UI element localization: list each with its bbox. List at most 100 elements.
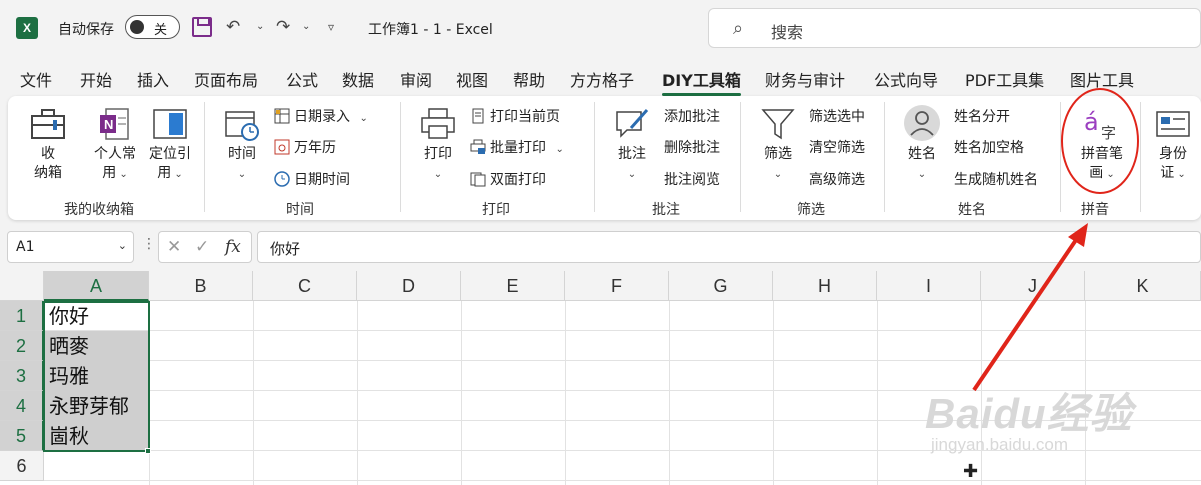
storage-box-button[interactable]: 收 纳箱 — [24, 106, 72, 183]
perpetual-calendar-button[interactable]: 万年历 — [274, 137, 336, 157]
cell-a2[interactable]: 晒麥 — [44, 331, 149, 361]
row-header-5[interactable]: 5 — [0, 421, 44, 451]
chevron-down-icon: ⌄ — [171, 169, 183, 180]
save-icon[interactable] — [192, 17, 212, 37]
filter-label: 筛选 — [764, 146, 792, 162]
tab-diy-toolbox[interactable]: DIY工具箱 — [662, 67, 741, 96]
tab-formula-wizard[interactable]: 公式向导 — [874, 67, 938, 91]
tab-formulas[interactable]: 公式 — [286, 67, 318, 91]
svg-text:N: N — [104, 117, 113, 132]
column-header-e[interactable]: E — [461, 271, 565, 301]
fill-handle[interactable] — [145, 448, 151, 454]
group-label-print: 打印 — [482, 202, 510, 218]
row-header-2[interactable]: 2 — [0, 331, 44, 361]
tab-help[interactable]: 帮助 — [513, 67, 545, 91]
cell-a5[interactable]: 崮秋 — [44, 421, 149, 451]
autosave-toggle[interactable]: 关 — [125, 15, 180, 39]
name-box-value: A1 — [16, 239, 35, 255]
chevron-down-icon: ⌄ — [627, 169, 637, 180]
cancel-icon[interactable]: ✕ — [167, 237, 181, 257]
tab-finance-audit[interactable]: 财务与审计 — [765, 67, 845, 91]
locate-reference-label-2: 用 — [157, 165, 172, 181]
filter-selected-button[interactable]: 筛选选中 — [809, 106, 865, 126]
column-header-f[interactable]: F — [565, 271, 669, 301]
split-name-button[interactable]: 姓名分开 — [954, 106, 1010, 126]
title-bar: X 自动保存 关 ↶ ⌄ ↷ ⌄ ▿ 工作簿1 - 1 - Excel ⌕ 搜索 — [0, 0, 1201, 56]
row-header-1[interactable]: 1 — [0, 301, 44, 331]
redo-icon[interactable]: ↷ — [276, 16, 290, 38]
date-entry-button[interactable]: 日期录入 ⌄ — [274, 106, 368, 126]
enter-check-icon[interactable]: ✓ — [195, 237, 209, 257]
tab-fangfang[interactable]: 方方格子 — [570, 67, 634, 91]
row-header-3[interactable]: 3 — [0, 361, 44, 391]
row-header-4[interactable]: 4 — [0, 391, 44, 421]
tab-home[interactable]: 开始 — [80, 67, 112, 91]
search-box[interactable]: ⌕ 搜索 — [708, 8, 1201, 48]
tab-page-layout[interactable]: 页面布局 — [194, 67, 258, 91]
funnel-icon — [761, 109, 795, 140]
grid-vline — [565, 301, 566, 485]
column-header-d[interactable]: D — [357, 271, 461, 301]
cell-a4[interactable]: 永野芽郁 — [44, 391, 149, 421]
cell-a3[interactable]: 玛雅 — [44, 361, 149, 391]
name-box[interactable]: A1 ⌄ — [7, 231, 134, 263]
undo-icon[interactable]: ↶ — [226, 16, 240, 38]
row-header-6[interactable]: 6 — [0, 451, 44, 481]
grid-vline — [773, 301, 774, 485]
comment-label: 批注 — [618, 146, 646, 162]
column-header-b[interactable]: B — [149, 271, 253, 301]
column-header-h[interactable]: H — [773, 271, 877, 301]
customize-toolbar-icon[interactable]: ▿ — [328, 16, 334, 38]
grid-vline — [253, 301, 254, 485]
advanced-filter-button[interactable]: 高级筛选 — [809, 169, 865, 189]
duplex-print-button[interactable]: 双面打印 — [470, 169, 546, 189]
print-label: 打印 — [424, 146, 452, 162]
ribbon-panel: 收 纳箱 N 个人常 用 ⌄ 定位引 用 ⌄ 我的收纳箱 时间 ⌄ 日期录入 ⌄… — [8, 96, 1201, 220]
id-card-button[interactable]: 身份 证 ⌄ — [1146, 106, 1200, 184]
grid-vline — [357, 301, 358, 485]
time-button[interactable]: 时间 ⌄ — [218, 106, 266, 184]
print-button[interactable]: 打印 ⌄ — [414, 106, 462, 184]
column-header-c[interactable]: C — [253, 271, 357, 301]
personal-common-button[interactable]: N 个人常 用 ⌄ — [90, 106, 140, 184]
formula-value: 你好 — [270, 240, 301, 258]
random-name-button[interactable]: 生成随机姓名 — [954, 169, 1038, 189]
chevron-down-icon: ⌄ — [917, 169, 927, 180]
group-divider — [400, 102, 401, 212]
add-comment-button[interactable]: 添加批注 — [664, 106, 720, 126]
tab-pdf-tools[interactable]: PDF工具集 — [965, 67, 1044, 91]
tab-insert[interactable]: 插入 — [137, 67, 169, 91]
chevron-down-icon[interactable]: ⌄ — [118, 239, 127, 252]
tab-review[interactable]: 审阅 — [400, 67, 432, 91]
group-divider — [1060, 102, 1061, 212]
chevron-down-icon: ⌄ — [116, 169, 128, 180]
redo-dropdown-icon[interactable]: ⌄ — [302, 16, 310, 38]
storage-box-label-1: 收 — [41, 146, 55, 162]
locate-reference-button[interactable]: 定位引 用 ⌄ — [144, 106, 196, 184]
comment-button[interactable]: 批注 ⌄ — [608, 106, 656, 184]
name-button[interactable]: 姓名 ⌄ — [898, 104, 946, 184]
column-header-a[interactable]: A — [44, 271, 149, 301]
column-header-g[interactable]: G — [669, 271, 773, 301]
grid-vline — [461, 301, 462, 485]
read-comment-button[interactable]: 批注阅览 — [664, 169, 720, 189]
column-header-k[interactable]: K — [1085, 271, 1201, 301]
formula-bar-grip-icon[interactable]: ⋮ — [142, 236, 156, 252]
select-all-corner[interactable] — [0, 271, 44, 301]
insert-function-button[interactable]: fx — [225, 237, 241, 257]
cell-a1[interactable]: 你好 — [44, 301, 149, 331]
tab-data[interactable]: 数据 — [342, 67, 374, 91]
delete-comment-button[interactable]: 删除批注 — [664, 137, 720, 157]
tab-view[interactable]: 视图 — [456, 67, 488, 91]
date-time-button[interactable]: 日期时间 — [274, 169, 350, 189]
clear-filter-button[interactable]: 清空筛选 — [809, 137, 865, 157]
tab-file[interactable]: 文件 — [20, 67, 52, 91]
undo-dropdown-icon[interactable]: ⌄ — [256, 16, 264, 38]
print-current-page-button[interactable]: 打印当前页 — [470, 106, 560, 126]
batch-print-button[interactable]: 批量打印 ⌄ — [470, 137, 564, 157]
name-add-space-button[interactable]: 姓名加空格 — [954, 137, 1024, 157]
group-label-comment: 批注 — [652, 202, 680, 218]
print-current-page-label: 打印当前页 — [490, 109, 560, 125]
filter-button[interactable]: 筛选 ⌄ — [754, 106, 802, 184]
batch-print-label: 批量打印 — [490, 140, 546, 156]
